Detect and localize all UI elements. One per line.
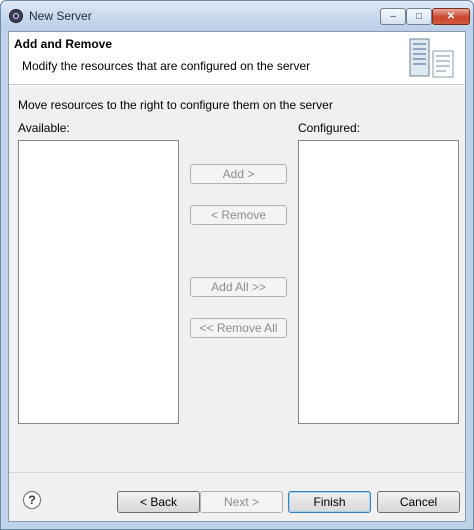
server-wizard-icon [409,38,454,78]
add-button[interactable]: Add > [190,164,287,184]
finish-button[interactable]: Finish [288,491,371,513]
minimize-button[interactable]: – [380,8,406,25]
dialog-client-area: Add and Remove Modify the resources that… [8,31,466,522]
available-label: Available: [18,121,70,135]
new-server-window: New Server – □ ✕ Add and Remove Modify t… [0,0,474,530]
wizard-header: Add and Remove Modify the resources that… [9,32,465,85]
add-all-button[interactable]: Add All >> [190,277,287,297]
page-title: Add and Remove [14,37,113,51]
footer-separator [9,472,465,473]
header-separator [9,85,465,86]
window-title: New Server [29,9,92,23]
remove-all-button[interactable]: << Remove All [190,318,287,338]
instruction-text: Move resources to the right to configure… [18,98,333,112]
page-description: Modify the resources that are configured… [22,59,311,73]
remove-button[interactable]: < Remove [190,205,287,225]
title-bar[interactable]: New Server – □ ✕ [1,1,473,31]
configured-list[interactable] [298,140,459,424]
help-icon[interactable]: ? [23,491,41,509]
next-button[interactable]: Next > [200,491,283,513]
available-list[interactable] [18,140,179,424]
close-button[interactable]: ✕ [432,8,470,25]
eclipse-app-icon [9,9,23,23]
back-button[interactable]: < Back [117,491,200,513]
maximize-button[interactable]: □ [406,8,432,25]
cancel-button[interactable]: Cancel [377,491,460,513]
configured-label: Configured: [298,121,361,135]
